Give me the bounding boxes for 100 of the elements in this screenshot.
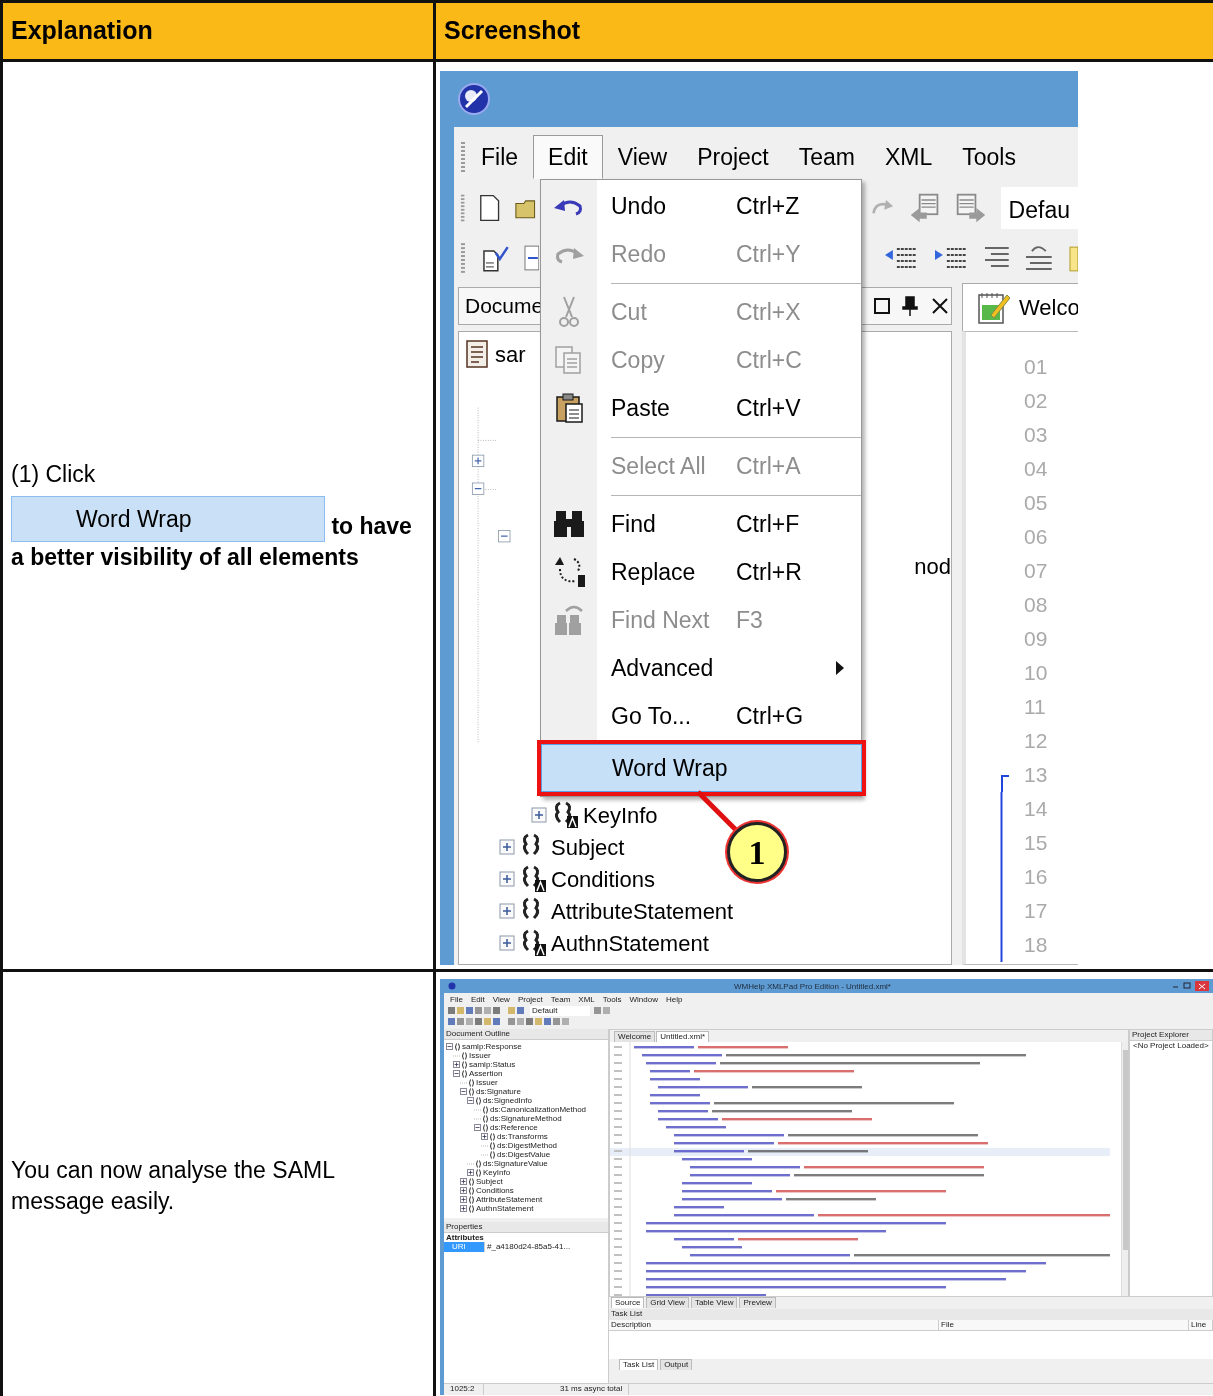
tree-item[interactable]: Assertion xyxy=(469,1069,503,1078)
wrap-lines-icon[interactable] xyxy=(1024,243,1055,273)
expand-icon[interactable] xyxy=(499,903,515,919)
panel-header: Properties xyxy=(444,1222,608,1233)
panel-header: Project Explorer xyxy=(1130,1030,1212,1041)
expand-icon[interactable] xyxy=(499,871,515,887)
menu-item[interactable]: Project xyxy=(682,135,784,179)
style-dropdown[interactable]: Defau xyxy=(1000,187,1078,229)
panel-tab[interactable]: Output xyxy=(660,1359,693,1370)
style-dropdown[interactable]: Default xyxy=(530,1005,590,1016)
expand-icon[interactable] xyxy=(460,1178,467,1185)
view-tab[interactable]: Preview xyxy=(739,1297,776,1308)
editor-tab[interactable]: Welco xyxy=(962,283,1078,331)
collapse-icon[interactable] xyxy=(467,1097,474,1104)
tree-item[interactable]: KeyInfo xyxy=(583,798,658,832)
tree-item[interactable]: ds:SignatureMethod xyxy=(490,1114,562,1123)
menu-item[interactable]: Team xyxy=(550,994,571,1004)
collapse-icon[interactable] xyxy=(460,1088,467,1095)
tree-item[interactable]: Issuer xyxy=(469,1051,491,1060)
view-tab[interactable]: Source xyxy=(611,1297,645,1308)
line-number: 16 xyxy=(1023,864,1048,891)
scrollbar-thumb[interactable] xyxy=(1122,1050,1128,1250)
new-document-icon[interactable] xyxy=(479,193,501,223)
tree-item[interactable]: AttributeStatement xyxy=(551,894,734,928)
replace-icon xyxy=(552,555,586,589)
column-header: Description xyxy=(609,1320,939,1330)
line-number: 11 xyxy=(1023,694,1046,721)
tree-item[interactable]: ds:Signature xyxy=(476,1087,521,1096)
tree-item[interactable]: ds:SignatureValue xyxy=(483,1159,548,1168)
tree-item[interactable]: samlp:Response xyxy=(462,1042,522,1051)
menu-item[interactable]: View xyxy=(602,135,683,179)
tree-connector xyxy=(453,1054,460,1057)
view-tab[interactable]: Table View xyxy=(690,1297,738,1308)
panel-header: Document Outline xyxy=(444,1029,608,1040)
tree-item[interactable]: ds:DigestValue xyxy=(497,1150,551,1159)
menu-item[interactable]: Advanced xyxy=(541,644,861,692)
toolbar-icons-drawing[interactable] xyxy=(448,1006,526,1015)
toolbar-grip xyxy=(460,142,466,172)
tree-item[interactable]: AuthnStatement xyxy=(476,1204,534,1213)
expand-icon[interactable] xyxy=(531,807,547,823)
menu-item[interactable]: Edit xyxy=(533,135,603,179)
float-window-icon[interactable] xyxy=(873,297,891,315)
line-number: 15 xyxy=(1023,830,1048,857)
expand-icon[interactable] xyxy=(460,1196,467,1203)
menu-item[interactable]: XML xyxy=(870,135,948,179)
tree-item[interactable]: sar xyxy=(495,337,526,371)
menu-item[interactable]: View xyxy=(492,994,510,1004)
document-icon xyxy=(465,340,491,368)
expand-icon[interactable] xyxy=(499,839,515,855)
expand-icon[interactable] xyxy=(481,1133,488,1140)
menu-item[interactable]: Project xyxy=(517,994,543,1004)
tree-item[interactable]: KeyInfo xyxy=(483,1168,511,1177)
editor-tab[interactable]: Untitled.xml* xyxy=(656,1031,710,1042)
view-tab[interactable]: Grid View xyxy=(646,1297,689,1308)
tree-item[interactable]: AuthnStatement xyxy=(551,926,709,960)
tree-item[interactable]: ds:Transforms xyxy=(497,1132,548,1141)
pin-icon[interactable] xyxy=(901,295,919,317)
expand-icon[interactable] xyxy=(460,1187,467,1194)
expand-icon[interactable] xyxy=(460,1205,467,1212)
document-icon[interactable] xyxy=(523,243,540,273)
expand-icon[interactable] xyxy=(467,1169,474,1176)
tree-item[interactable]: nod xyxy=(914,550,951,578)
menu-item[interactable]: File xyxy=(450,994,463,1004)
menu-item[interactable]: Help xyxy=(665,994,683,1004)
tree-item[interactable]: ds:Reference xyxy=(490,1123,538,1132)
menu-item[interactable]: Window xyxy=(629,994,658,1004)
tree-item[interactable]: Conditions xyxy=(551,862,655,896)
tree-item[interactable]: AttributeStatement xyxy=(476,1195,543,1204)
tree-item[interactable]: ds:CanonicalizationMethod xyxy=(490,1105,587,1114)
tree-item[interactable]: ds:DigestMethod xyxy=(497,1141,558,1150)
panel-tab[interactable]: Task List xyxy=(619,1359,659,1370)
collapse-icon[interactable] xyxy=(474,1124,481,1131)
expand-icon[interactable] xyxy=(499,935,515,951)
menu-item[interactable]: Tools xyxy=(947,135,1031,179)
menu-item[interactable]: Replace Ctrl+R xyxy=(541,548,861,596)
menu-item[interactable]: XML xyxy=(578,994,595,1004)
menu-item[interactable]: Find Ctrl+F xyxy=(541,500,861,548)
menu-item[interactable]: Go To... Ctrl+G xyxy=(541,692,861,740)
menu-item[interactable]: File xyxy=(466,135,534,179)
menu-item[interactable]: Undo Ctrl+Z xyxy=(541,182,861,230)
collapse-icon[interactable] xyxy=(453,1070,460,1077)
window-title: WMHelp XMLPad Pro Edition - Untitled.xml* xyxy=(733,981,892,991)
menu-item[interactable]: Team xyxy=(783,135,870,179)
menu-item[interactable]: Tools xyxy=(602,994,622,1004)
menu-item[interactable]: Edit xyxy=(470,994,485,1004)
toolbar-grip xyxy=(460,193,466,223)
collapse-icon[interactable] xyxy=(446,1043,453,1050)
tree-item[interactable]: Conditions xyxy=(476,1186,514,1195)
line-number: 14 xyxy=(1023,796,1048,823)
notepad-icon xyxy=(977,290,1011,325)
tree-item[interactable]: ds:SignedInfo xyxy=(483,1096,532,1105)
menu-item[interactable]: Paste Ctrl+V xyxy=(541,384,861,432)
tree-item[interactable]: Subject xyxy=(551,830,625,864)
tree-item[interactable]: samlp:Status xyxy=(469,1060,516,1069)
tree-item[interactable]: Issuer xyxy=(476,1078,498,1087)
line-number: 13 xyxy=(1023,762,1048,789)
expand-icon[interactable] xyxy=(453,1061,460,1068)
editor-tab[interactable]: Welcome xyxy=(614,1031,656,1042)
tree-item[interactable]: Subject xyxy=(476,1177,503,1186)
menu-item[interactable]: Word Wrap xyxy=(541,744,862,792)
